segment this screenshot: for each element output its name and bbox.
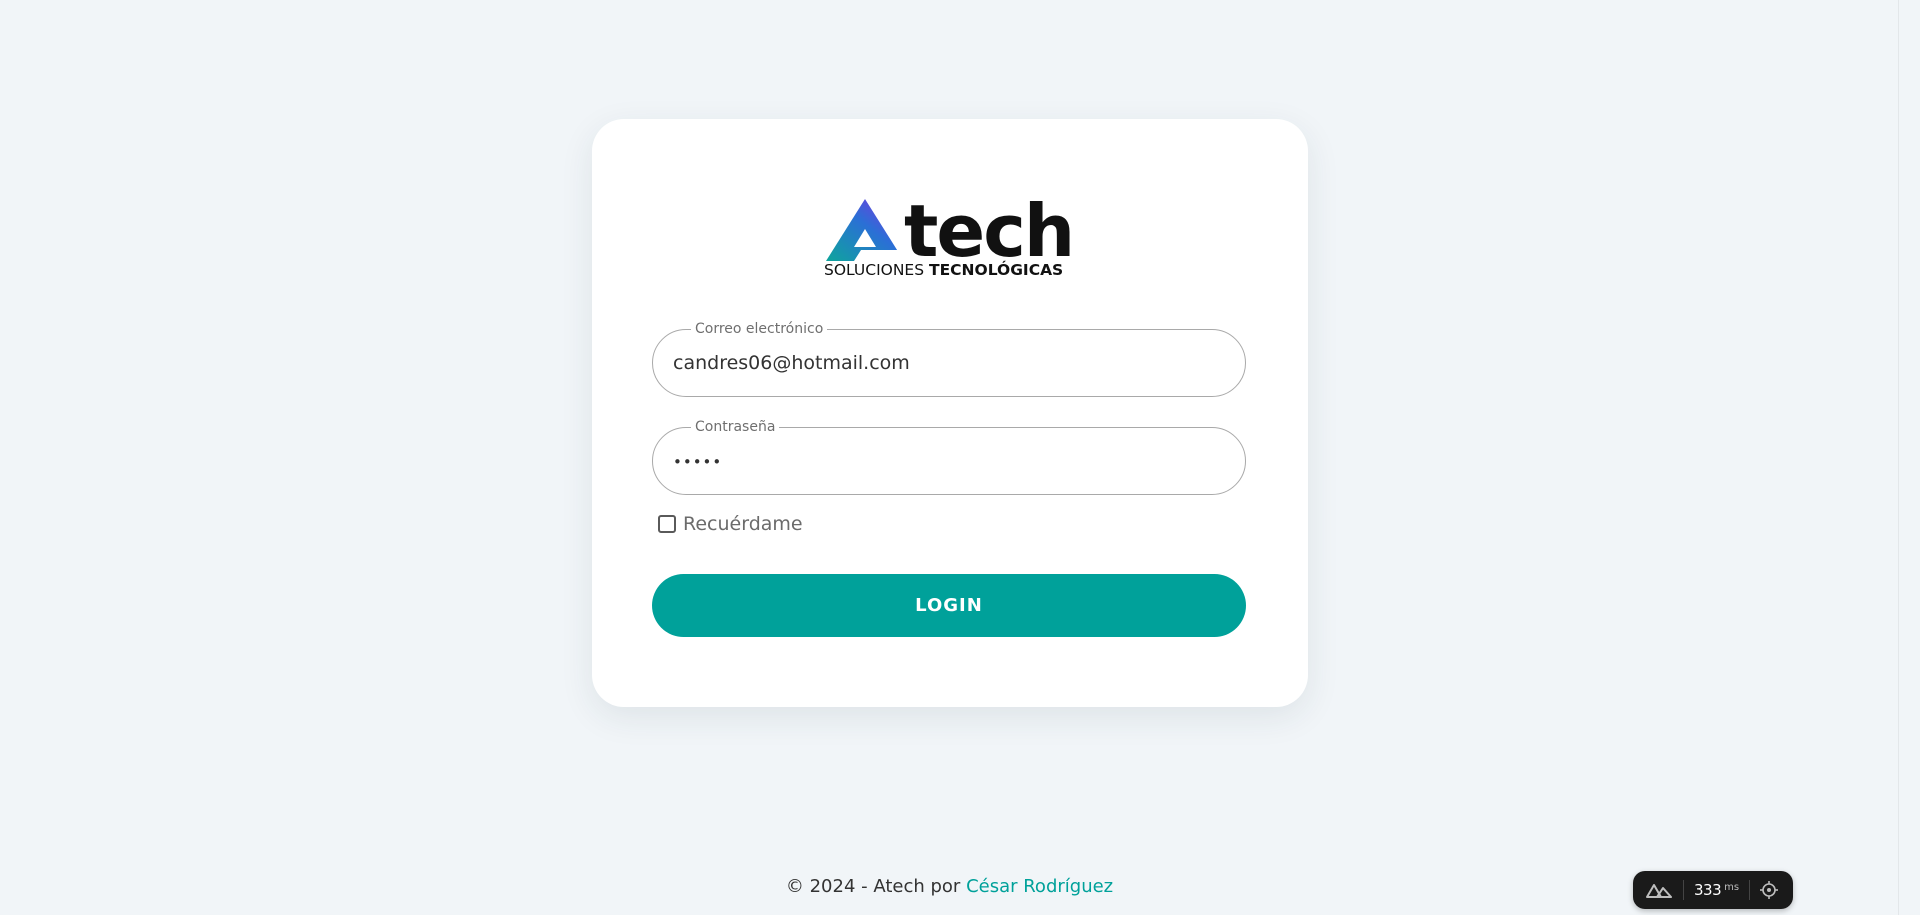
- devtools-widget[interactable]: 333 ms: [1633, 871, 1793, 909]
- remember-label[interactable]: Recuérdame: [683, 513, 803, 535]
- login-button[interactable]: LOGIN: [652, 574, 1246, 637]
- nuxt-icon[interactable]: [1645, 880, 1673, 900]
- email-label: Correo electrónico: [691, 321, 828, 337]
- remember-me[interactable]: Recuérdame: [658, 511, 803, 537]
- login-page: tech SOLUCIONES TECNOLÓGICAS Correo elec…: [0, 0, 1920, 915]
- devtools-separator: [1683, 880, 1684, 900]
- remember-checkbox[interactable]: [658, 515, 676, 533]
- devtools-ms-unit: ms: [1724, 881, 1740, 893]
- crosshair-icon[interactable]: [1760, 881, 1779, 899]
- password-field[interactable]: Contraseña •••••: [652, 419, 1246, 495]
- footer: © 2024 - Atech por César Rodríguez: [0, 876, 1899, 897]
- devtools-ms-value: 333: [1694, 881, 1722, 899]
- password-value[interactable]: •••••: [673, 451, 722, 473]
- atech-logo: tech SOLUCIONES TECNOLÓGICAS: [824, 191, 1076, 281]
- email-value[interactable]: candres06@hotmail.com: [673, 352, 910, 374]
- triangle-gradient-icon: [826, 199, 904, 261]
- login-card: tech SOLUCIONES TECNOLÓGICAS Correo elec…: [592, 119, 1308, 707]
- footer-text: © 2024 - Atech por: [785, 876, 961, 897]
- tagline-bold: TECNOLÓGICAS: [929, 261, 1064, 279]
- author-link[interactable]: César Rodríguez: [966, 876, 1113, 897]
- tagline-regular: SOLUCIONES: [824, 261, 925, 279]
- vertical-scrollbar[interactable]: [1898, 0, 1920, 915]
- password-label: Contraseña: [691, 419, 780, 435]
- devtools-separator-2: [1749, 880, 1751, 900]
- logo-tagline: SOLUCIONES TECNOLÓGICAS: [824, 261, 1063, 279]
- email-field[interactable]: Correo electrónico candres06@hotmail.com: [652, 321, 1246, 397]
- logo-word: tech: [904, 189, 1075, 273]
